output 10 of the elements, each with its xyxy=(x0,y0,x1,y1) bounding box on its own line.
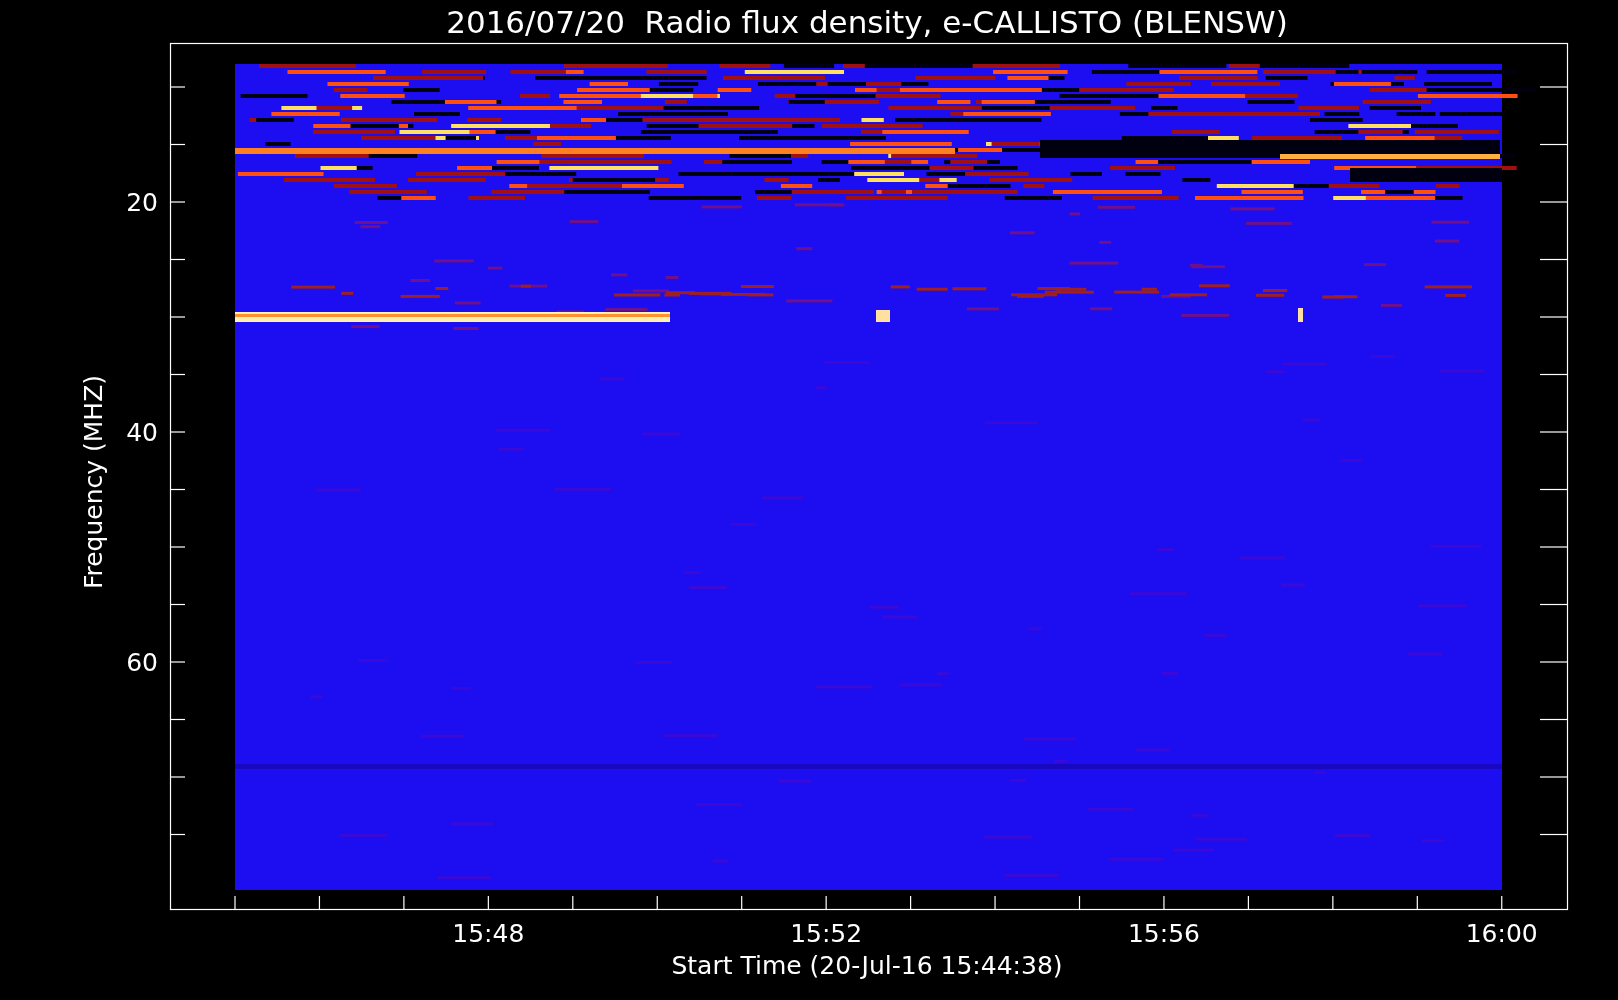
axis-tick-label: 15:48 xyxy=(452,919,525,948)
y-axis-title: Frequency (MHZ) xyxy=(79,374,108,590)
axis-tick-label: 15:52 xyxy=(790,919,863,948)
x-axis-title: Start Time (20-Jul-16 15:44:38) xyxy=(671,951,1063,980)
chart-title: 2016/07/20 Radio flux density, e-CALLISTO (BLENSW) xyxy=(446,4,1288,40)
axis-tick-label: 40 xyxy=(126,418,158,447)
axis-tick-label: 60 xyxy=(126,648,158,677)
axis-tick-label: 20 xyxy=(126,188,158,217)
axis-tick-label: 15:56 xyxy=(1127,919,1200,948)
axis-tick-label: 16:00 xyxy=(1465,919,1538,948)
